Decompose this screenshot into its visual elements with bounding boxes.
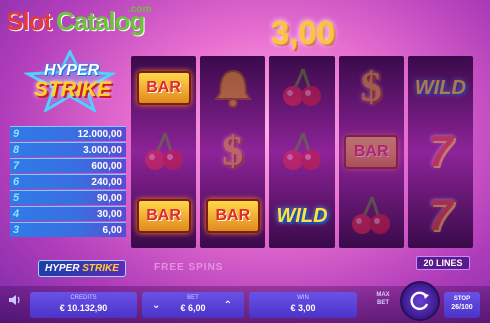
- bet-panel: ⌄ BET € 6,00 ⌃: [142, 292, 244, 318]
- paytable-row: 5 90,00: [10, 190, 126, 205]
- wild-symbol: WILD: [276, 204, 328, 227]
- seven-symbol: 7: [428, 191, 453, 240]
- paytable-value: 240,00: [91, 176, 122, 188]
- paytable-count: 9: [13, 128, 20, 140]
- reels-grid: BAR BAR $ BAR WILD $ BAR WILD 7 7: [131, 56, 474, 248]
- reel-symbol: BAR: [135, 59, 193, 117]
- mini-logo: HYPER STRIKE: [38, 260, 126, 277]
- cherry-icon: [283, 132, 321, 170]
- reel-symbol: WILD: [411, 59, 469, 117]
- reel-symbol: BAR: [135, 187, 193, 245]
- reel-symbol: [135, 123, 193, 181]
- reel-3: WILD: [269, 56, 335, 248]
- paytable-value: 12.000,00: [77, 128, 123, 140]
- paytable-value: 6,00: [102, 224, 122, 236]
- paytable-row: 4 30,00: [10, 206, 126, 221]
- paytable: 9 12.000,00 8 3.000,00 7 600,00 6 240,00…: [10, 126, 126, 238]
- paytable-value: 600,00: [91, 160, 122, 172]
- bar-symbol: BAR: [205, 199, 260, 233]
- cherry-icon: [144, 132, 183, 170]
- paytable-count: 8: [13, 144, 20, 156]
- maxbet-line1: MAX: [376, 292, 390, 298]
- reel-4: $ BAR: [338, 56, 404, 248]
- reel-symbol: BAR: [204, 187, 262, 245]
- game-logo: HYPER STRIKE: [14, 50, 124, 114]
- maxbet-line2: BET: [377, 300, 389, 306]
- credits-panel: CREDITS € 10.132,90: [30, 292, 137, 318]
- mini-logo-strike: STRIKE: [82, 263, 119, 274]
- reel-symbol: $: [342, 59, 400, 117]
- reel-symbol: [273, 59, 331, 117]
- paytable-value: 30,00: [96, 208, 122, 220]
- paytable-count: 3: [13, 224, 20, 236]
- watermark-slot: Slot: [6, 6, 52, 36]
- bell-icon: [213, 69, 252, 108]
- reel-symbol: BAR: [342, 123, 400, 181]
- reel-1: BAR BAR: [131, 56, 197, 248]
- paytable-value: 3.000,00: [83, 144, 122, 156]
- reel-5: WILD 7 7: [407, 56, 474, 248]
- reel-symbol: 7: [411, 187, 469, 245]
- cherry-icon: [283, 68, 321, 106]
- cherry-icon: [352, 196, 391, 234]
- bar-symbol: BAR: [344, 135, 399, 169]
- paytable-count: 6: [13, 176, 20, 188]
- mini-logo-hyper: HYPER: [45, 263, 80, 274]
- win-value: € 3,00: [290, 303, 316, 313]
- max-bet-button[interactable]: MAX BET: [368, 291, 398, 307]
- reel-symbol: [204, 59, 262, 117]
- chevron-up-icon[interactable]: ⌃: [224, 300, 232, 311]
- autoplay-label: STOP: [453, 296, 471, 302]
- paytable-count: 4: [13, 208, 20, 220]
- spin-button[interactable]: [400, 281, 440, 321]
- win-panel: WIN € 3,00: [249, 292, 357, 318]
- paytable-row: 9 12.000,00: [10, 126, 126, 141]
- logo-strike-text: STRIKE: [34, 78, 112, 101]
- reel-symbol: WILD: [273, 187, 331, 245]
- paytable-row: 7 600,00: [10, 158, 126, 173]
- slotcatalog-watermark: Slot Catalog .com: [6, 4, 156, 36]
- credits-value: € 10.132,90: [59, 303, 108, 313]
- chevron-down-icon[interactable]: ⌄: [152, 300, 160, 311]
- dollar-symbol: $: [222, 129, 244, 175]
- watermark-com: .com: [128, 4, 152, 15]
- seven-symbol: 7: [428, 127, 453, 176]
- paytable-row: 8 3.000,00: [10, 142, 126, 157]
- lines-badge: 20 LINES: [416, 256, 470, 270]
- free-spins-text: FREE SPINS: [154, 262, 224, 273]
- autoplay-count: 26/100: [451, 304, 473, 311]
- paytable-row: 6 240,00: [10, 174, 126, 189]
- win-amount-display: 3,00: [270, 14, 336, 51]
- dollar-symbol: $: [360, 65, 382, 111]
- paytable-count: 7: [13, 160, 20, 172]
- paytable-count: 5: [13, 192, 20, 204]
- wild-symbol: WILD: [414, 76, 466, 99]
- reel-symbol: [342, 187, 400, 245]
- bar-symbol: BAR: [136, 71, 191, 105]
- paytable-row: 3 6,00: [10, 222, 126, 237]
- sound-icon[interactable]: [8, 293, 22, 307]
- autoplay-stop-button[interactable]: STOP 26/100: [444, 292, 480, 318]
- reel-symbol: [273, 123, 331, 181]
- bar-symbol: BAR: [136, 199, 191, 233]
- credits-label: CREDITS: [70, 295, 97, 301]
- win-label: WIN: [297, 295, 309, 301]
- paytable-value: 90,00: [96, 192, 122, 204]
- reel-symbol: 7: [411, 123, 469, 181]
- spin-icon: [410, 291, 429, 311]
- reel-2: $ BAR: [200, 56, 266, 248]
- reel-symbol: $: [204, 123, 262, 181]
